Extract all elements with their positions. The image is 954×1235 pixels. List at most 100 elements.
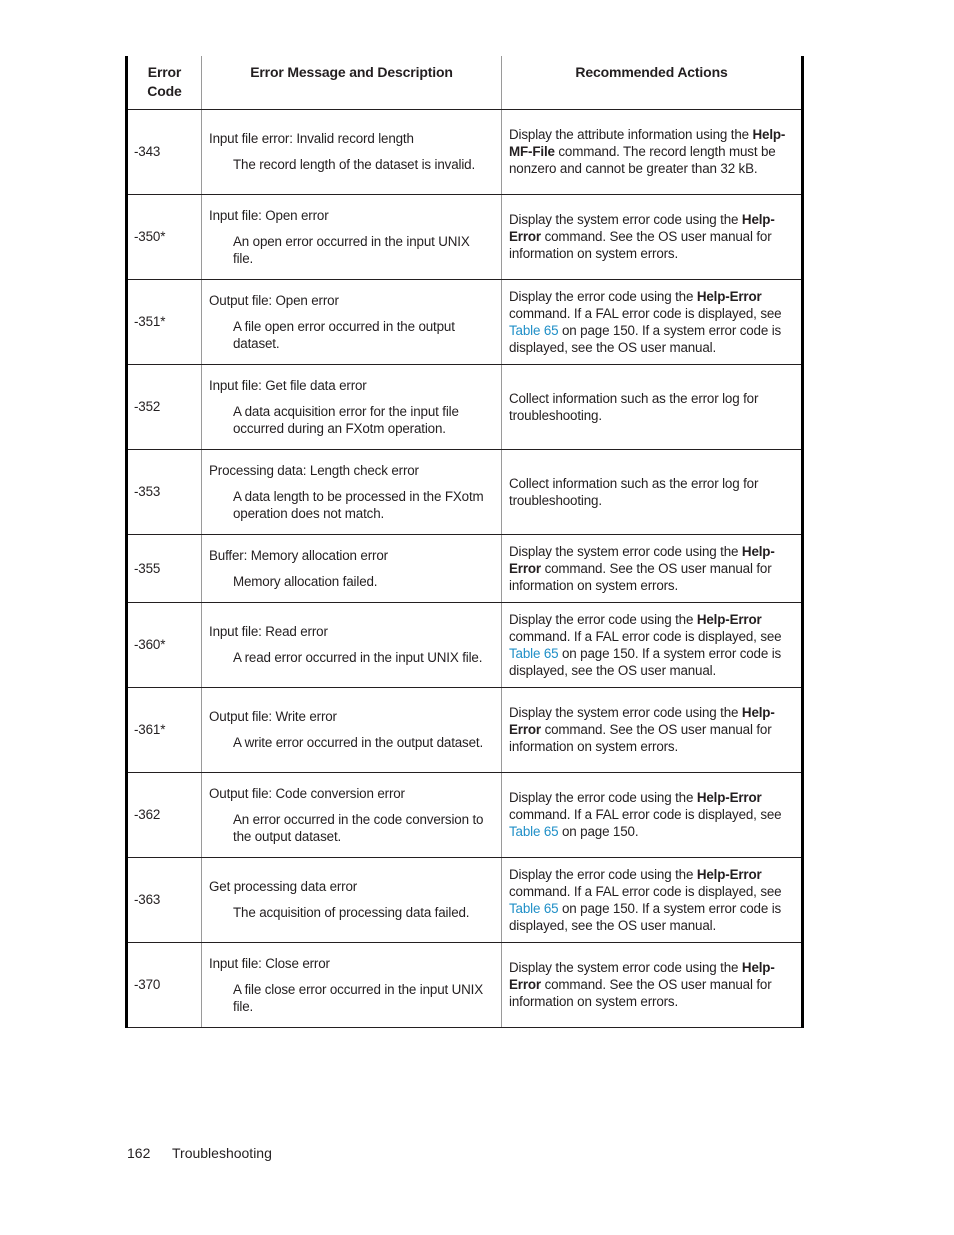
error-message-title: Processing data: Length check error [209,462,419,478]
error-code-table-container: Error Code Error Message and Description… [125,56,804,1028]
error-message-title: Input file: Get file data error [209,377,367,393]
action-text: Display the error code using the [509,790,697,805]
command-name: Help-Error [696,288,762,304]
header-error-code-label: Error Code [147,64,182,99]
error-code-cell: -343 [125,109,202,195]
error-message-cell: Output file: Code conversion error An er… [201,772,502,858]
table-row: -363 Get processing data error The acqui… [125,857,804,943]
action-text: Display the system error code using the [509,212,742,227]
table-65-link[interactable]: Table 65 [509,901,559,916]
error-message-title: Output file: Open error [209,292,339,308]
action-text-continued: command. See the OS user manual for info… [509,560,772,593]
error-message-cell: Processing data: Length check error A da… [201,449,502,535]
error-code-cell: -355 [125,534,202,603]
error-message-title: Input file: Read error [209,624,328,639]
action-text: Display the system error code using the [509,543,742,559]
error-message-cell: Input file: Close error A file close err… [201,942,502,1028]
action-text-continued: command. If a FAL error code is displaye… [509,883,782,899]
error-code-cell: -360* [125,602,202,688]
action-text-continued: command. See the OS user manual for info… [509,977,772,1009]
error-code-cell: -363 [125,857,202,943]
error-message-cell: Input file: Open error An open error occ… [201,194,502,280]
error-message-cell: Input file: Read error A read error occu… [201,602,502,688]
error-code-cell: -370 [125,942,202,1028]
header-error-message: Error Message and Description [201,56,502,110]
error-message-title: Output file: Code conversion error [209,785,405,801]
error-description: The acquisition of processing data faile… [233,905,470,920]
error-code-cell: -350* [125,194,202,280]
header-recommended-actions: Recommended Actions [501,56,804,110]
error-code-cell: -362 [125,772,202,858]
error-description: Memory allocation failed. [233,573,378,589]
action-text: Display the error code using the [509,611,697,627]
action-text-continued: command. See the OS user manual for info… [509,229,772,261]
table-65-link[interactable]: Table 65 [509,646,559,661]
error-code: -362 [134,807,161,822]
error-description: A file close error occurred in the input… [233,981,484,1014]
table-65-link[interactable]: Table 65 [509,323,559,338]
error-code: -355 [134,560,161,576]
recommended-action-cell: Display the system error code using the … [501,942,804,1028]
error-message-cell: Input file error: Invalid record length … [201,109,502,195]
error-code-table: Error Code Error Message and Description… [125,56,804,1028]
action-text-continued: command. If a FAL error code is displaye… [509,305,782,321]
error-message-title: Get processing data error [209,879,358,894]
recommended-action-cell: Display the system error code using the … [501,534,804,603]
page-footer: 162 Troubleshooting [127,1145,272,1161]
error-code-cell: -352 [125,364,202,450]
error-code: -361* [134,722,166,737]
table-row: -362 Output file: Code conversion error … [125,772,804,858]
error-code-cell: -353 [125,449,202,535]
table-row: -352 Input file: Get file data error A d… [125,364,804,450]
page-number: 162 [127,1145,151,1161]
recommended-action-cell: Collect information such as the error lo… [501,364,804,450]
table-row: -360* Input file: Read error A read erro… [125,602,804,688]
command-name: Help-Error [696,866,762,882]
recommended-action-cell: Display the error code using the Help-Er… [501,857,804,943]
recommended-action-cell: Display the error code using the Help-Er… [501,279,804,365]
error-description: A read error occurred in the input UNIX … [233,650,483,665]
table-row: -361* Output file: Write error A write e… [125,687,804,773]
action-text-continued: command. See the OS user manual for info… [509,722,772,754]
error-message-title: Output file: Write error [209,709,337,724]
header-error-code: Error Code [125,56,202,110]
action-text: Display the system error code using the [509,960,742,975]
action-text: Collect information such as the error lo… [509,475,759,508]
error-code: -343 [134,144,161,159]
error-description: An open error occurred in the input UNIX… [233,233,470,266]
error-message-cell: Output file: Open error A file open erro… [201,279,502,365]
error-description: A write error occurred in the output dat… [233,735,484,750]
error-code: -351* [134,314,166,329]
command-name: Help-Error [696,611,762,627]
action-text: Display the error code using the [509,288,697,304]
error-description: The record length of the dataset is inva… [233,157,476,172]
action-text: Display the system error code using the [509,705,742,720]
error-code: -370 [134,977,161,992]
error-message-cell: Input file: Get file data error A data a… [201,364,502,450]
error-code: -360* [134,637,166,652]
error-code: -350* [134,229,166,244]
recommended-action-cell: Display the error code using the Help-Er… [501,602,804,688]
action-text-continued: command. If a FAL error code is displaye… [509,628,782,644]
table-row: -351* Output file: Open error A file ope… [125,279,804,365]
table-header-row: Error Code Error Message and Description… [125,56,804,110]
table-row: -355 Buffer: Memory allocation error Mem… [125,534,804,603]
recommended-action-cell: Display the system error code using the … [501,687,804,773]
error-message-title: Input file: Open error [209,207,329,223]
error-description: A data length to be processed in the FXo… [233,488,484,521]
recommended-action-cell: Display the error code using the Help-Er… [501,772,804,858]
recommended-action-cell: Display the system error code using the … [501,194,804,280]
table-65-link[interactable]: Table 65 [509,824,559,839]
error-description: An error occurred in the code conversion… [233,811,484,844]
table-row: -370 Input file: Close error A file clos… [125,942,804,1028]
command-name: Help-Error [696,790,762,805]
error-message-title: Input file error: Invalid record length [209,131,414,146]
action-text: Collect information such as the error lo… [509,390,759,423]
error-message-title: Buffer: Memory allocation error [209,547,388,563]
error-description: A data acquisition error for the input f… [233,403,459,436]
error-message-cell: Get processing data error The acquisitio… [201,857,502,943]
table-row: -353 Processing data: Length check error… [125,449,804,535]
error-code-cell: -361* [125,687,202,773]
error-code: -353 [134,484,161,499]
action-text: Display the error code using the [509,866,697,882]
